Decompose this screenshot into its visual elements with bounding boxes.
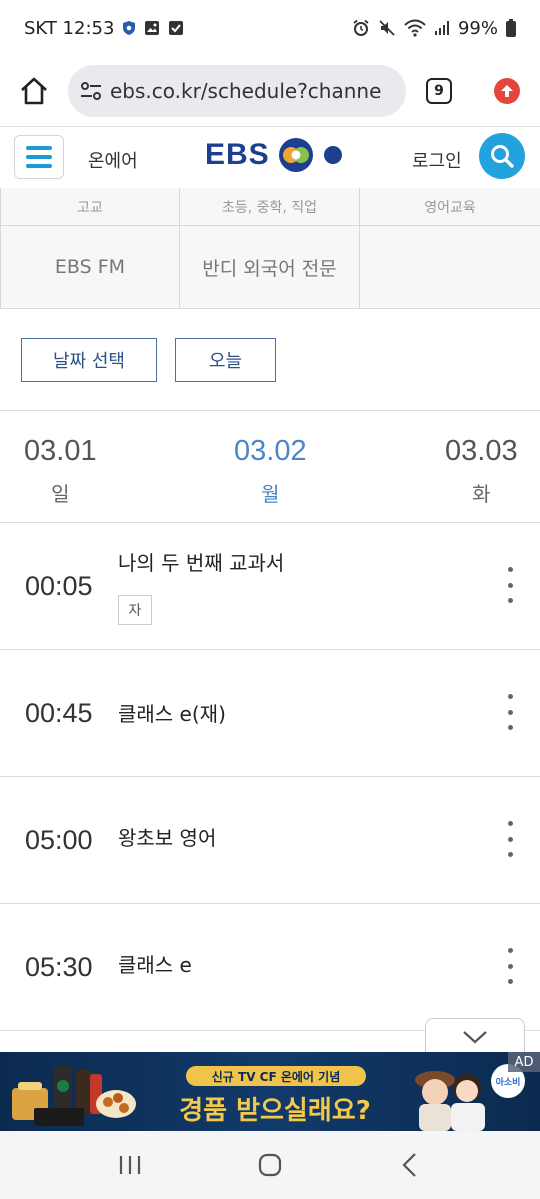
- channel-tab-high-school[interactable]: 고교: [0, 188, 180, 226]
- gallery-icon: [144, 20, 160, 36]
- recent-apps-icon: [119, 1156, 141, 1174]
- program-title[interactable]: 클래스 e: [118, 949, 192, 978]
- ad-tag: AD: [508, 1052, 540, 1072]
- login-link[interactable]: 로그인: [412, 147, 462, 173]
- ad-banner[interactable]: 신규 TV CF 온에어 기념 경품 받으실래요? 아소비 AD: [0, 1052, 540, 1131]
- tune-icon[interactable]: [80, 81, 102, 101]
- more-options-button[interactable]: [500, 694, 520, 730]
- recent-apps-button[interactable]: [110, 1145, 150, 1185]
- carrier-time: SKT 12:53: [24, 17, 115, 39]
- system-nav-bar: [0, 1131, 540, 1199]
- more-options-button[interactable]: [500, 821, 520, 857]
- browser-toolbar: ebs.co.kr/schedule?channe 9: [0, 56, 540, 126]
- date-item-prev[interactable]: 03.01 일: [24, 435, 97, 507]
- scroll-down-button[interactable]: [425, 1018, 525, 1054]
- menu-button[interactable]: [14, 135, 64, 179]
- date-weekday: 월: [261, 482, 280, 506]
- shield-icon: [122, 20, 136, 36]
- date-item-current[interactable]: 03.02 월: [234, 435, 307, 507]
- logo-text: EBS: [205, 138, 270, 171]
- wifi-icon: [404, 19, 426, 37]
- arrow-up-icon: [501, 85, 513, 97]
- battery-percent: 99%: [457, 17, 498, 39]
- logo-mark-icon: [278, 138, 342, 172]
- more-vertical-icon: [507, 567, 513, 572]
- program-title[interactable]: 클래스 e(재): [118, 698, 226, 727]
- program-time: 05:30: [25, 952, 93, 982]
- site-header: 온에어 EBS 로그인: [0, 126, 540, 188]
- tabs-button[interactable]: 9: [426, 78, 452, 104]
- program-time: 00:05: [25, 571, 93, 601]
- signal-icon: [434, 20, 450, 36]
- search-button[interactable]: [479, 133, 525, 179]
- address-bar[interactable]: ebs.co.kr/schedule?channe: [68, 65, 406, 117]
- channel-tab-empty: [360, 226, 540, 308]
- program-title[interactable]: 왕초보 영어: [118, 822, 216, 851]
- schedule-row[interactable]: 05:00 왕초보 영어: [0, 777, 540, 904]
- more-options-button[interactable]: [500, 567, 520, 603]
- channel-tab-ebs-fm[interactable]: EBS FM: [0, 226, 180, 308]
- more-vertical-icon: [507, 694, 513, 699]
- onair-link[interactable]: 온에어: [88, 147, 138, 173]
- date-weekday: 일: [51, 482, 70, 506]
- schedule-row[interactable]: 05:30 클래스 e: [0, 904, 540, 1031]
- channel-tab-bandi[interactable]: 반디 외국어 전문: [180, 226, 360, 308]
- schedule-row[interactable]: 00:05 나의 두 번째 교과서 자: [0, 523, 540, 650]
- mute-icon: [378, 19, 396, 37]
- program-time: 05:00: [25, 825, 93, 855]
- schedule-list: 00:05 나의 두 번째 교과서 자 00:45 클래스 e(재) 05:00…: [0, 523, 540, 1031]
- back-icon: [402, 1153, 416, 1177]
- home-button[interactable]: [14, 71, 54, 111]
- date-number: 03.02: [234, 435, 307, 467]
- url-text: ebs.co.kr/schedule?channe: [110, 79, 382, 103]
- date-number: 03.01: [24, 435, 97, 467]
- date-weekday: 화: [472, 482, 491, 506]
- back-button[interactable]: [390, 1145, 430, 1185]
- ebs-logo[interactable]: EBS: [205, 135, 346, 175]
- search-icon: [491, 145, 514, 168]
- today-button[interactable]: 오늘: [175, 338, 276, 382]
- channel-tab-english[interactable]: 영어교육: [360, 188, 540, 226]
- date-navigation: 03.01 일 03.02 월 03.03 화: [0, 410, 540, 523]
- ad-products-image: [12, 1066, 136, 1126]
- program-time: 00:45: [25, 698, 93, 728]
- schedule-row[interactable]: 00:45 클래스 e(재): [0, 650, 540, 777]
- update-button[interactable]: [494, 78, 520, 104]
- date-item-next[interactable]: 03.03 화: [445, 435, 518, 507]
- select-date-button[interactable]: 날짜 선택: [21, 338, 157, 382]
- subtitle-badge: 자: [118, 595, 152, 625]
- channel-tab-elementary[interactable]: 초등, 중학, 직업: [180, 188, 360, 226]
- date-number: 03.03: [445, 435, 518, 467]
- more-vertical-icon: [507, 821, 513, 826]
- home-icon: [21, 77, 47, 105]
- alarm-icon: [352, 19, 370, 37]
- status-bar: SKT 12:53 99%: [0, 0, 540, 56]
- home-nav-button[interactable]: [250, 1145, 290, 1185]
- ad-kids-image: [415, 1071, 485, 1131]
- home-circle-icon: [258, 1153, 282, 1177]
- ad-headline-big: 경품 받으실래요?: [179, 1096, 371, 1126]
- channel-grid: 고교 초등, 중학, 직업 영어교육 EBS FM 반디 외국어 전문: [0, 188, 540, 309]
- more-vertical-icon: [507, 948, 513, 953]
- battery-icon: [506, 19, 516, 37]
- chevron-down-icon: [463, 1030, 487, 1043]
- hamburger-icon: [26, 146, 52, 150]
- program-title[interactable]: 나의 두 번째 교과서: [118, 547, 284, 576]
- date-controls: 날짜 선택 오늘: [21, 338, 276, 382]
- check-icon: [168, 20, 184, 36]
- more-options-button[interactable]: [500, 948, 520, 984]
- ad-headline-small: 신규 TV CF 온에어 기념: [186, 1066, 366, 1086]
